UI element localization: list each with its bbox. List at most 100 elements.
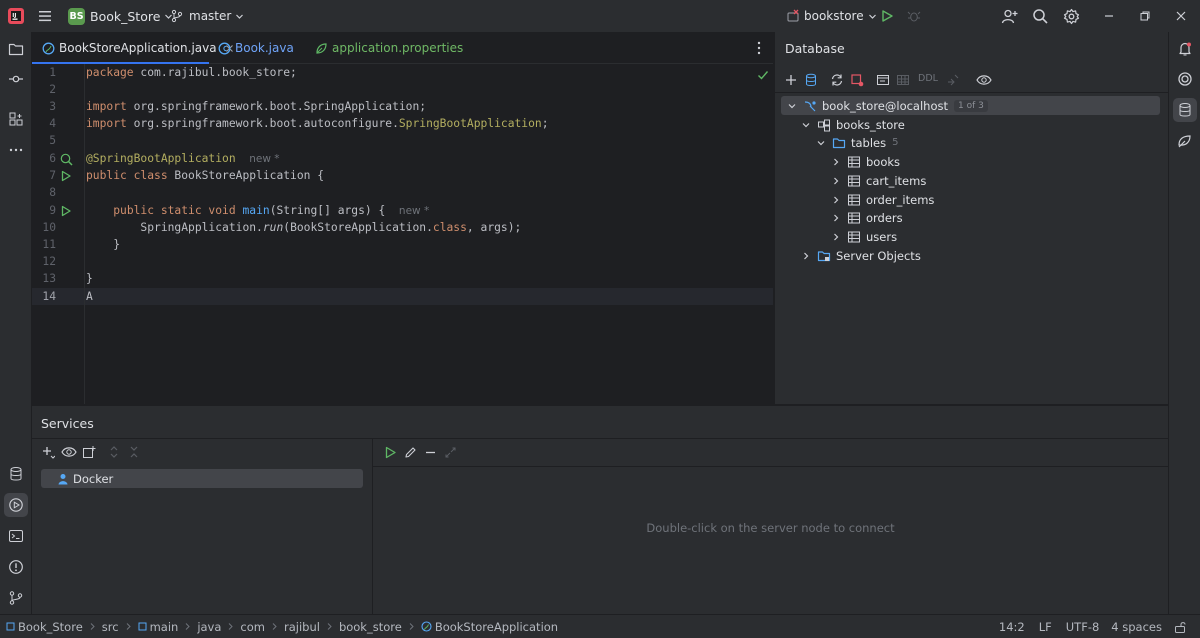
tree-item-table[interactable]: cart_items: [831, 171, 926, 190]
chevron-down-icon[interactable]: [787, 101, 797, 111]
unlock-icon[interactable]: [1174, 621, 1186, 633]
no-problems-check-icon[interactable]: [756, 68, 770, 82]
collapse-all-icon[interactable]: [126, 444, 142, 460]
svg-text:IJ: IJ: [12, 13, 16, 19]
ai-assistant-icon[interactable]: [1175, 69, 1195, 89]
more-tools-icon[interactable]: [6, 140, 26, 160]
commit-icon[interactable]: [6, 69, 26, 89]
close-window-icon[interactable]: [1173, 8, 1189, 24]
run-gutter-icon[interactable]: [58, 203, 74, 219]
add-datasource-icon[interactable]: [783, 72, 799, 88]
branch-selector[interactable]: master: [170, 6, 244, 26]
breadcrumb-item[interactable]: rajibul: [284, 620, 320, 634]
restore-window-icon[interactable]: [1137, 8, 1153, 24]
services-tool-icon[interactable]: [4, 493, 28, 517]
code-keyword: class: [432, 221, 467, 234]
table-name: users: [866, 229, 898, 244]
caret-position[interactable]: 14:2: [999, 620, 1025, 634]
current-line-highlight: [32, 288, 773, 305]
tab-application-properties[interactable]: application.properties: [315, 32, 463, 64]
table-name: order_items: [866, 192, 935, 207]
minimize-window-icon[interactable]: [1101, 8, 1117, 24]
line-number: 9: [49, 204, 56, 217]
project-selector[interactable]: BS Book_Store: [68, 6, 173, 26]
chevron-right-icon[interactable]: [831, 176, 841, 186]
tree-item-tables-folder[interactable]: tables 5: [816, 133, 899, 152]
debug-icon[interactable]: [906, 8, 922, 24]
settings-gear-icon[interactable]: [1062, 7, 1080, 25]
tab-book-java[interactable]: Book.java: [218, 32, 294, 64]
run-icon[interactable]: [879, 8, 895, 24]
tab-bookstoreapplication-java[interactable]: BookStoreApplication.java: [32, 32, 233, 65]
line-number: 6: [49, 152, 56, 165]
breadcrumb-item[interactable]: java: [197, 620, 221, 634]
edit-configuration-icon[interactable]: [402, 444, 418, 460]
chevron-right-icon[interactable]: [831, 232, 841, 242]
spring-endpoints-icon[interactable]: [1175, 132, 1195, 152]
tree-item-table[interactable]: order_items: [831, 190, 934, 209]
structure-icon[interactable]: [6, 109, 26, 129]
database-panel-toggle-icon[interactable]: [1173, 98, 1197, 122]
expand-all-icon[interactable]: [106, 444, 122, 460]
chevron-right-icon[interactable]: [831, 213, 841, 223]
run-service-icon[interactable]: [382, 444, 398, 460]
chevron-right-icon[interactable]: [831, 195, 841, 205]
breadcrumb-item[interactable]: Book_Store: [18, 620, 83, 634]
notifications-bell-icon[interactable]: [1175, 39, 1195, 59]
line-number: 12: [42, 255, 56, 268]
vcs-author-hint[interactable]: new *: [249, 153, 279, 165]
code-line: public static void main(String[] args) {…: [86, 204, 429, 217]
breadcrumb-item[interactable]: main: [150, 620, 179, 634]
database-tool-icon[interactable]: [6, 464, 26, 484]
line-number: 14: [42, 290, 56, 303]
expand-panel-icon[interactable]: [442, 444, 458, 460]
indent-setting[interactable]: 4 spaces: [1111, 620, 1162, 634]
run-gutter-icon[interactable]: [58, 168, 74, 184]
vcs-author-hint[interactable]: new *: [399, 205, 429, 217]
spring-bean-gutter-icon[interactable]: [58, 151, 74, 167]
chevron-down-icon[interactable]: [801, 120, 811, 130]
new-group-icon[interactable]: [81, 444, 97, 460]
main-menu-icon[interactable]: [37, 8, 53, 24]
services-tree-item-docker[interactable]: Docker: [41, 469, 363, 488]
breadcrumb-item[interactable]: com: [240, 620, 265, 634]
view-options-eye-icon[interactable]: [60, 444, 78, 460]
chevron-down-icon[interactable]: [816, 138, 826, 148]
minimize-icon[interactable]: [422, 444, 438, 460]
run-config-selector[interactable]: bookstore: [786, 6, 877, 26]
view-options-eye-icon[interactable]: [975, 72, 993, 88]
tab-label: Book.java: [235, 41, 294, 55]
chevron-right-icon[interactable]: [831, 157, 841, 167]
tree-item-server-objects[interactable]: Server Objects: [801, 246, 921, 265]
jump-to-source-icon[interactable]: [945, 72, 961, 88]
line-separator[interactable]: LF: [1039, 620, 1052, 634]
add-service-icon[interactable]: [40, 444, 56, 460]
tab-actions-more-icon[interactable]: [751, 40, 767, 56]
file-encoding[interactable]: UTF-8: [1066, 620, 1100, 634]
breadcrumb-item[interactable]: src: [102, 620, 119, 634]
disconnect-icon[interactable]: [849, 72, 865, 88]
problems-icon[interactable]: [6, 557, 26, 577]
breadcrumb-item[interactable]: BookStoreApplication: [435, 620, 558, 634]
search-icon[interactable]: [1031, 7, 1049, 25]
tree-item-table[interactable]: users: [831, 227, 897, 246]
tree-item-datasource[interactable]: book_store@localhost 1 of 3: [787, 96, 988, 115]
tree-item-table[interactable]: orders: [831, 208, 903, 227]
tree-item-schema[interactable]: books_store: [801, 115, 905, 134]
code-editor[interactable]: 1 2 3 4 5 6 7 8 9 10 11 12 13 14 package…: [32, 64, 773, 404]
breadcrumb-item[interactable]: book_store: [339, 620, 402, 634]
tree-item-table[interactable]: books: [831, 152, 900, 171]
refresh-icon[interactable]: [829, 72, 845, 88]
table-editor-icon[interactable]: [895, 72, 911, 88]
datasource-properties-icon[interactable]: [803, 72, 819, 88]
terminal-icon[interactable]: [6, 526, 26, 546]
app-logo-icon[interactable]: IJ: [8, 8, 24, 24]
chevron-right-icon[interactable]: [801, 251, 811, 261]
add-user-icon[interactable]: [1000, 7, 1018, 25]
git-icon[interactable]: [6, 588, 26, 608]
project-folder-icon[interactable]: [6, 39, 26, 59]
table-icon: [847, 155, 861, 169]
ddl-button[interactable]: DDL: [918, 73, 938, 84]
query-console-icon[interactable]: [875, 72, 891, 88]
line-number: 3: [49, 100, 56, 113]
